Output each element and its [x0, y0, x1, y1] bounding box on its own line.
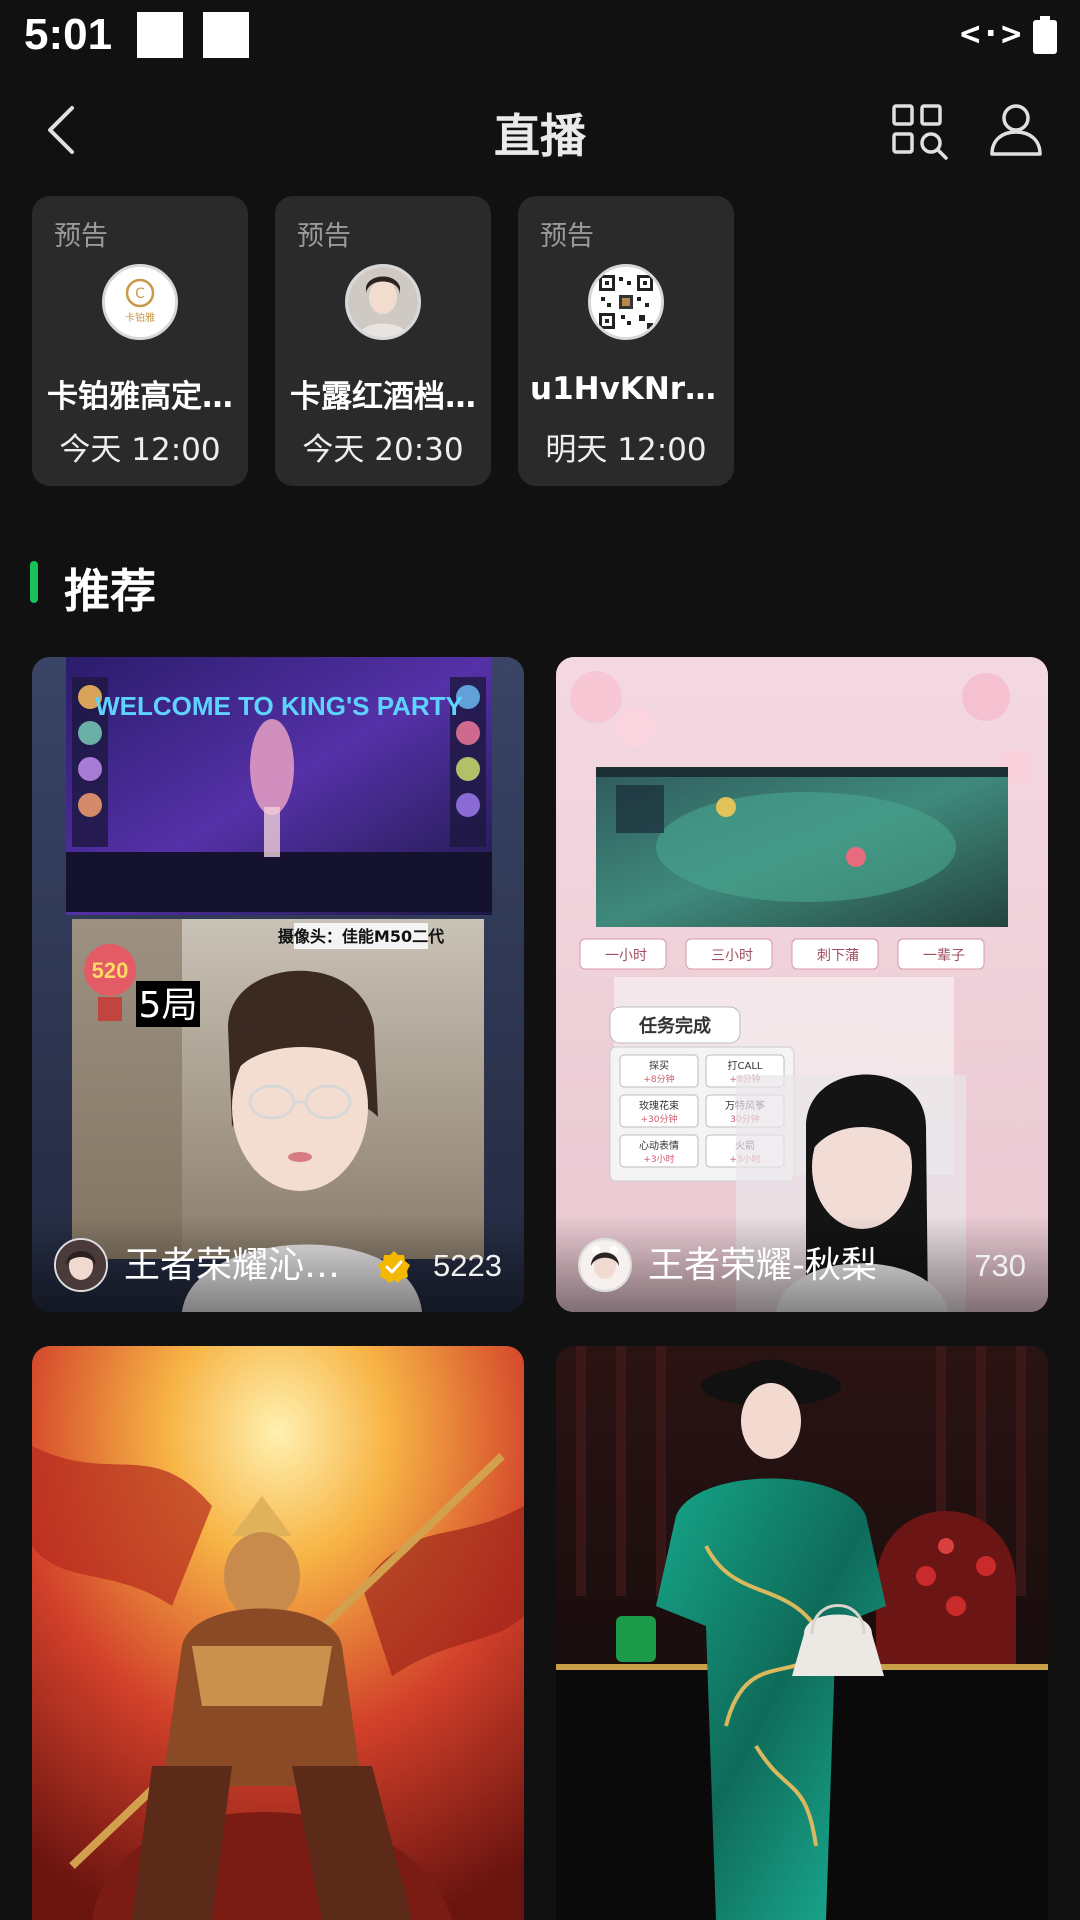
preview-card[interactable]: 预告 C 卡铂雅 卡铂雅高定… 今天 12:00	[32, 196, 248, 486]
svg-text:C: C	[135, 286, 145, 302]
live-card[interactable]	[556, 1346, 1048, 1920]
svg-text:+3小时: +3小时	[643, 1153, 674, 1165]
preview-tag: 预告	[297, 221, 351, 252]
verified-badge-icon	[378, 1251, 410, 1283]
svg-text:+30分钟: +30分钟	[641, 1113, 678, 1125]
svg-text:520: 520	[92, 958, 129, 983]
notification-icon	[203, 12, 249, 58]
host-avatar	[345, 264, 421, 340]
preview-time: 明天 12:00	[545, 432, 707, 468]
svg-text:玫瑰花束: 玫瑰花束	[639, 1099, 679, 1112]
preview-tag: 预告	[540, 221, 594, 252]
brand-logo-avatar: C 卡铂雅	[102, 264, 178, 340]
live-card[interactable]: 一小时 三小时 刺下蒲 一辈子 任务完成 探买 +8分钟 打CALL +8分钟 …	[556, 657, 1048, 1312]
preview-tag: 预告	[54, 221, 108, 252]
stream-thumbnail: 一小时 三小时 刺下蒲 一辈子 任务完成 探买 +8分钟 打CALL +8分钟 …	[556, 657, 1048, 1312]
preview-name: u1HvKNriIY	[530, 371, 722, 407]
svg-text:心动表情: 心动表情	[639, 1139, 679, 1152]
code-icon: <·>	[960, 14, 1022, 54]
profile-icon[interactable]	[988, 102, 1044, 158]
svg-text:刺下蒲: 刺下蒲	[817, 948, 859, 964]
top-bar: 直播	[0, 80, 1080, 180]
preview-list: 预告 C 卡铂雅 卡铂雅高定… 今天 12:00 预告 卡露红酒档… 今天 20…	[32, 196, 1052, 486]
svg-text:探买: 探买	[649, 1059, 669, 1072]
preview-card[interactable]: 预告 卡露红酒档… 今天 20:30	[275, 196, 491, 486]
svg-text:摄像头：佳能M50二代: 摄像头：佳能M50二代	[278, 927, 444, 946]
preview-time: 今天 20:30	[302, 432, 464, 468]
stream-title: 王者荣耀沁…	[124, 1245, 341, 1286]
svg-text:WELCOME TO KING'S PARTY: WELCOME TO KING'S PARTY	[95, 691, 463, 721]
svg-text:一小时: 一小时	[605, 948, 647, 964]
viewer-count: 5223	[433, 1248, 502, 1283]
viewer-count: 730	[974, 1248, 1026, 1283]
svg-text:卡铂雅: 卡铂雅	[125, 311, 155, 324]
svg-text:打CALL: 打CALL	[728, 1059, 763, 1072]
qr-code-avatar	[588, 264, 664, 340]
preview-name: 卡铂雅高定…	[47, 379, 233, 415]
preview-card[interactable]: 预告 u1HvKNriIY 明天 12:00	[518, 196, 734, 486]
streamer-avatar	[578, 1238, 632, 1292]
preview-name: 卡露红酒档…	[290, 379, 476, 415]
status-time: 5:01	[24, 10, 113, 59]
scan-icon[interactable]	[890, 102, 950, 162]
live-card[interactable]: WELCOME TO KING'S PARTY 摄像头：佳能M50二代 520 …	[32, 657, 524, 1312]
stream-thumbnail: WELCOME TO KING'S PARTY 摄像头：佳能M50二代 520 …	[32, 657, 524, 1312]
svg-text:+8分钟: +8分钟	[643, 1073, 674, 1085]
preview-time: 今天 12:00	[59, 432, 221, 468]
section-accent-bar	[30, 561, 38, 603]
section-title: 推荐	[64, 564, 156, 618]
stream-thumbnail	[32, 1346, 524, 1920]
svg-text:一辈子: 一辈子	[923, 948, 965, 964]
live-page: 5:01 <·> 直播 预告 C 卡铂雅 卡铂雅高定… 今天 12:00 预告 …	[0, 0, 1080, 1920]
svg-text:5局: 5局	[139, 985, 198, 1026]
status-bar: 5:01 <·>	[0, 0, 1080, 80]
svg-text:三小时: 三小时	[711, 948, 753, 964]
notification-icon	[137, 12, 183, 58]
svg-text:任务完成: 任务完成	[638, 1015, 711, 1037]
battery-icon	[1033, 16, 1057, 54]
stream-title: 王者荣耀-秋梨	[648, 1245, 877, 1286]
stream-thumbnail	[556, 1346, 1048, 1920]
streamer-avatar	[54, 1238, 108, 1292]
live-card[interactable]	[32, 1346, 524, 1920]
